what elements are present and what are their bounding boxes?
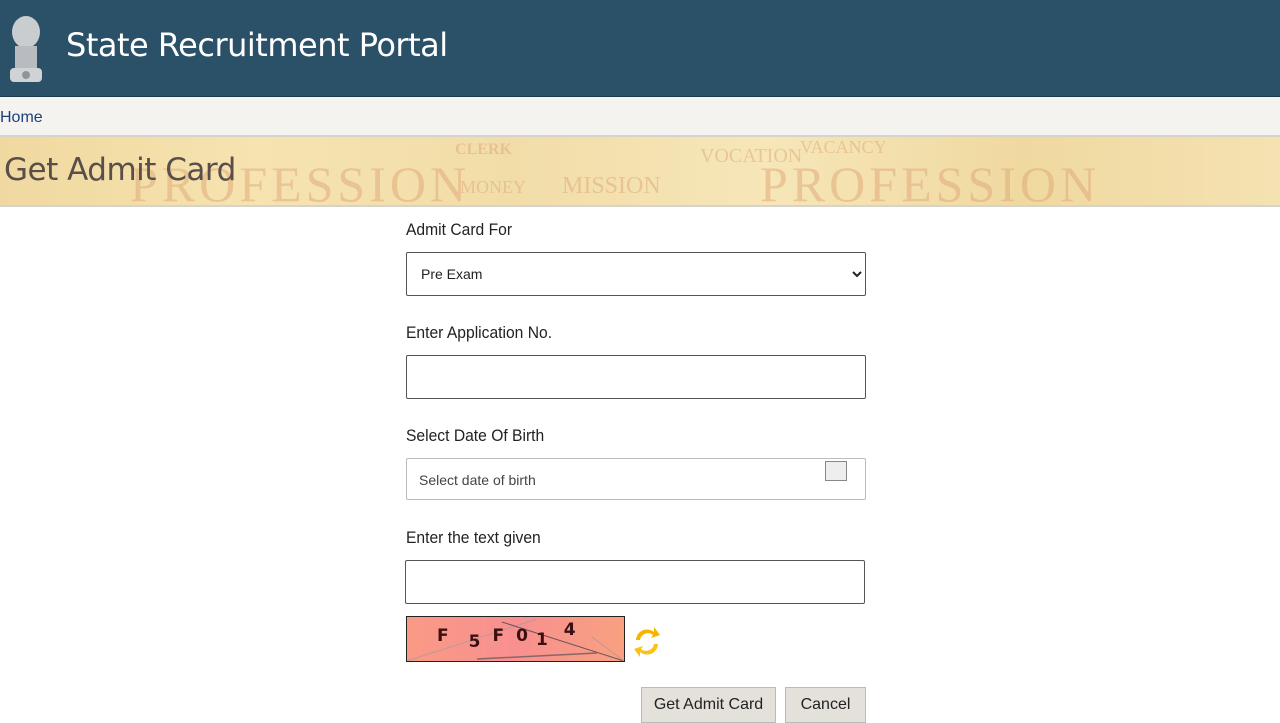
banner-watermark: CLERK <box>455 141 512 158</box>
breadcrumb: Home <box>0 97 1280 137</box>
dob-field[interactable] <box>406 458 866 500</box>
application-no-label: Enter Application No. <box>406 323 553 342</box>
get-admit-card-button[interactable]: Get Admit Card <box>641 687 776 723</box>
dob-label: Select Date Of Birth <box>406 426 545 445</box>
page-title: Get Admit Card <box>4 152 236 188</box>
banner-watermark: MONEY <box>460 177 526 197</box>
banner-watermark: MISSION <box>562 173 661 199</box>
site-title: State Recruitment Portal <box>66 26 448 64</box>
site-header: State Recruitment Portal <box>0 0 1280 97</box>
admit-card-for-label: Admit Card For <box>406 220 513 239</box>
admit-card-for-select[interactable]: Pre Exam <box>406 252 866 296</box>
refresh-captcha-icon[interactable] <box>632 624 662 660</box>
captcha-label: Enter the text given <box>406 528 541 547</box>
captcha-input[interactable] <box>405 560 865 604</box>
state-emblem-logo <box>10 16 42 82</box>
page-banner: PROFESSION CLERK MONEY MISSION VOCATION … <box>0 137 1280 207</box>
banner-watermark: PROFESSION <box>760 156 1101 207</box>
cancel-button[interactable]: Cancel <box>785 687 866 723</box>
captcha-text: F5F014 <box>437 620 576 652</box>
captcha-drawing: F5F014 <box>407 618 624 661</box>
dob-input[interactable] <box>417 471 821 489</box>
calendar-icon[interactable] <box>825 461 847 481</box>
home-link[interactable]: Home <box>0 109 43 127</box>
admit-card-form: Admit Card For Pre Exam Enter Applicatio… <box>405 220 866 604</box>
application-no-input[interactable] <box>406 355 866 399</box>
captcha-image: F5F014 <box>406 616 625 662</box>
